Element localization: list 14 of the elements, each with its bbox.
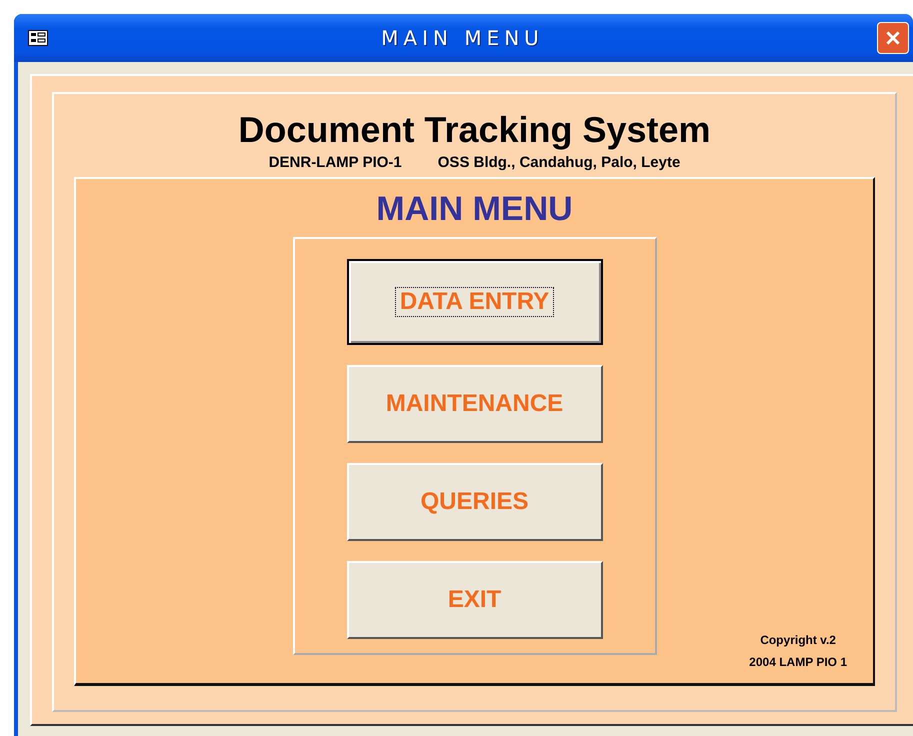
address-label: OSS Bldg., Candahug, Palo, Leyte [438, 154, 680, 171]
close-button[interactable] [877, 22, 909, 54]
copyright-text: 2004 LAMP PIO 1 [749, 654, 847, 671]
menu-button[interactable]: DATA ENTRY [346, 259, 602, 345]
window-title: MAIN MENU [380, 26, 545, 50]
copyright-text: Copyright v.2 [759, 632, 837, 649]
form-icon[interactable] [28, 30, 48, 46]
menu-title: MAIN MENU [376, 189, 573, 229]
menu-button[interactable]: EXIT [346, 561, 602, 639]
menu-button[interactable]: MAINTENANCE [346, 365, 602, 443]
close-icon [884, 29, 902, 47]
app-title: Document Tracking System [238, 108, 711, 152]
menu-button[interactable]: QUERIES [346, 463, 602, 541]
office-label: DENR-LAMP PIO-1 [268, 154, 402, 171]
